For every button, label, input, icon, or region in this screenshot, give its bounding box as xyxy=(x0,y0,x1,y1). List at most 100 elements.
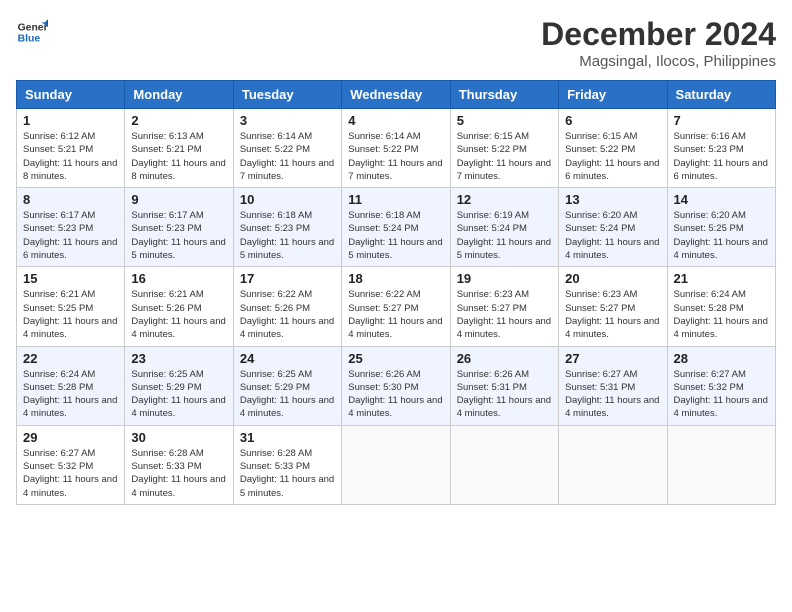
day-number: 20 xyxy=(565,271,660,286)
calendar-cell: 11 Sunrise: 6:18 AMSunset: 5:24 PMDayligh… xyxy=(342,188,450,267)
day-number: 14 xyxy=(674,192,769,207)
day-info: Sunrise: 6:21 AMSunset: 5:25 PMDaylight:… xyxy=(23,288,118,341)
calendar-cell: 13 Sunrise: 6:20 AMSunset: 5:24 PMDayligh… xyxy=(559,188,667,267)
day-number: 30 xyxy=(131,430,226,445)
calendar-cell: 26 Sunrise: 6:26 AMSunset: 5:31 PMDayligh… xyxy=(450,346,558,425)
day-number: 15 xyxy=(23,271,118,286)
day-number: 1 xyxy=(23,113,118,128)
calendar-cell: 12Sunrise: 6:19 AMSunset: 5:24 PMDayligh… xyxy=(450,188,558,267)
weekday-header-row: SundayMondayTuesdayWednesdayThursdayFrid… xyxy=(17,81,776,109)
title-block: December 2024 Magsingal, Ilocos, Philipp… xyxy=(541,16,776,70)
calendar-cell: 2 Sunrise: 6:13 AMSunset: 5:21 PMDaylight… xyxy=(125,109,233,188)
day-number: 8 xyxy=(23,192,118,207)
calendar-cell: 30Sunrise: 6:28 AMSunset: 5:33 PMDayligh… xyxy=(125,425,233,504)
day-info: Sunrise: 6:25 AMSunset: 5:29 PMDaylight:… xyxy=(240,368,335,421)
day-number: 2 xyxy=(131,113,226,128)
day-info: Sunrise: 6:27 AMSunset: 5:31 PMDaylight:… xyxy=(565,368,660,421)
day-number: 9 xyxy=(131,192,226,207)
day-number: 4 xyxy=(348,113,443,128)
weekday-header-sunday: Sunday xyxy=(17,81,125,109)
day-number: 13 xyxy=(565,192,660,207)
day-number: 26 xyxy=(457,351,552,366)
calendar-cell: 17 Sunrise: 6:22 AMSunset: 5:26 PMDayligh… xyxy=(233,267,341,346)
day-info: Sunrise: 6:15 AMSunset: 5:22 PMDaylight:… xyxy=(457,130,552,183)
day-info: Sunrise: 6:21 AMSunset: 5:26 PMDaylight:… xyxy=(131,288,226,341)
day-number: 7 xyxy=(674,113,769,128)
day-number: 24 xyxy=(240,351,335,366)
calendar-week-row: 29Sunrise: 6:27 AMSunset: 5:32 PMDayligh… xyxy=(17,425,776,504)
day-info: Sunrise: 6:23 AMSunset: 5:27 PMDaylight:… xyxy=(457,288,552,341)
day-number: 16 xyxy=(131,271,226,286)
location-subtitle: Magsingal, Ilocos, Philippines xyxy=(541,53,776,70)
calendar-cell xyxy=(342,425,450,504)
calendar-cell: 27 Sunrise: 6:27 AMSunset: 5:31 PMDayligh… xyxy=(559,346,667,425)
day-number: 28 xyxy=(674,351,769,366)
day-number: 31 xyxy=(240,430,335,445)
calendar-cell: 24 Sunrise: 6:25 AMSunset: 5:29 PMDayligh… xyxy=(233,346,341,425)
calendar-table: SundayMondayTuesdayWednesdayThursdayFrid… xyxy=(16,80,776,505)
calendar-cell: 15 Sunrise: 6:21 AMSunset: 5:25 PMDayligh… xyxy=(17,267,125,346)
day-number: 6 xyxy=(565,113,660,128)
day-info: Sunrise: 6:12 AMSunset: 5:21 PMDaylight:… xyxy=(23,130,118,183)
calendar-cell: 1 Sunrise: 6:12 AMSunset: 5:21 PMDaylight… xyxy=(17,109,125,188)
day-info: Sunrise: 6:13 AMSunset: 5:21 PMDaylight:… xyxy=(131,130,226,183)
svg-text:General: General xyxy=(18,22,48,33)
day-info: Sunrise: 6:22 AMSunset: 5:26 PMDaylight:… xyxy=(240,288,335,341)
day-info: Sunrise: 6:20 AMSunset: 5:25 PMDaylight:… xyxy=(674,209,769,262)
day-info: Sunrise: 6:15 AMSunset: 5:22 PMDaylight:… xyxy=(565,130,660,183)
calendar-cell: 9 Sunrise: 6:17 AMSunset: 5:23 PMDaylight… xyxy=(125,188,233,267)
calendar-cell: 10Sunrise: 6:18 AMSunset: 5:23 PMDayligh… xyxy=(233,188,341,267)
weekday-header-thursday: Thursday xyxy=(450,81,558,109)
calendar-cell: 4 Sunrise: 6:14 AMSunset: 5:22 PMDaylight… xyxy=(342,109,450,188)
day-number: 3 xyxy=(240,113,335,128)
day-info: Sunrise: 6:23 AMSunset: 5:27 PMDaylight:… xyxy=(565,288,660,341)
calendar-cell: 6 Sunrise: 6:15 AMSunset: 5:22 PMDaylight… xyxy=(559,109,667,188)
day-number: 29 xyxy=(23,430,118,445)
calendar-cell: 16 Sunrise: 6:21 AMSunset: 5:26 PMDayligh… xyxy=(125,267,233,346)
day-info: Sunrise: 6:14 AMSunset: 5:22 PMDaylight:… xyxy=(348,130,443,183)
weekday-header-saturday: Saturday xyxy=(667,81,775,109)
calendar-cell: 28 Sunrise: 6:27 AMSunset: 5:32 PMDayligh… xyxy=(667,346,775,425)
day-info: Sunrise: 6:17 AMSunset: 5:23 PMDaylight:… xyxy=(131,209,226,262)
day-number: 18 xyxy=(348,271,443,286)
day-number: 17 xyxy=(240,271,335,286)
calendar-week-row: 1 Sunrise: 6:12 AMSunset: 5:21 PMDaylight… xyxy=(17,109,776,188)
day-number: 10 xyxy=(240,192,335,207)
weekday-header-friday: Friday xyxy=(559,81,667,109)
calendar-cell: 19Sunrise: 6:23 AMSunset: 5:27 PMDayligh… xyxy=(450,267,558,346)
calendar-cell: 5 Sunrise: 6:15 AMSunset: 5:22 PMDaylight… xyxy=(450,109,558,188)
day-number: 5 xyxy=(457,113,552,128)
day-number: 23 xyxy=(131,351,226,366)
day-info: Sunrise: 6:26 AMSunset: 5:31 PMDaylight:… xyxy=(457,368,552,421)
day-info: Sunrise: 6:17 AMSunset: 5:23 PMDaylight:… xyxy=(23,209,118,262)
logo-icon: General Blue xyxy=(16,16,48,48)
day-info: Sunrise: 6:19 AMSunset: 5:24 PMDaylight:… xyxy=(457,209,552,262)
day-info: Sunrise: 6:27 AMSunset: 5:32 PMDaylight:… xyxy=(674,368,769,421)
day-number: 27 xyxy=(565,351,660,366)
calendar-cell: 22Sunrise: 6:24 AMSunset: 5:28 PMDayligh… xyxy=(17,346,125,425)
calendar-cell: 31Sunrise: 6:28 AMSunset: 5:33 PMDayligh… xyxy=(233,425,341,504)
day-info: Sunrise: 6:24 AMSunset: 5:28 PMDaylight:… xyxy=(23,368,118,421)
calendar-cell: 23 Sunrise: 6:25 AMSunset: 5:29 PMDayligh… xyxy=(125,346,233,425)
day-info: Sunrise: 6:18 AMSunset: 5:24 PMDaylight:… xyxy=(348,209,443,262)
day-number: 11 xyxy=(348,192,443,207)
month-year-title: December 2024 xyxy=(541,16,776,53)
calendar-week-row: 15 Sunrise: 6:21 AMSunset: 5:25 PMDayligh… xyxy=(17,267,776,346)
page-header: General Blue December 2024 Magsingal, Il… xyxy=(16,16,776,70)
logo: General Blue xyxy=(16,16,48,48)
day-info: Sunrise: 6:22 AMSunset: 5:27 PMDaylight:… xyxy=(348,288,443,341)
calendar-cell xyxy=(450,425,558,504)
calendar-cell xyxy=(667,425,775,504)
calendar-cell xyxy=(559,425,667,504)
calendar-cell: 25Sunrise: 6:26 AMSunset: 5:30 PMDayligh… xyxy=(342,346,450,425)
calendar-cell: 8 Sunrise: 6:17 AMSunset: 5:23 PMDaylight… xyxy=(17,188,125,267)
day-info: Sunrise: 6:14 AMSunset: 5:22 PMDaylight:… xyxy=(240,130,335,183)
calendar-cell: 3 Sunrise: 6:14 AMSunset: 5:22 PMDaylight… xyxy=(233,109,341,188)
day-info: Sunrise: 6:25 AMSunset: 5:29 PMDaylight:… xyxy=(131,368,226,421)
calendar-cell: 14 Sunrise: 6:20 AMSunset: 5:25 PMDayligh… xyxy=(667,188,775,267)
day-info: Sunrise: 6:16 AMSunset: 5:23 PMDaylight:… xyxy=(674,130,769,183)
calendar-cell: 20 Sunrise: 6:23 AMSunset: 5:27 PMDayligh… xyxy=(559,267,667,346)
calendar-cell: 18 Sunrise: 6:22 AMSunset: 5:27 PMDayligh… xyxy=(342,267,450,346)
calendar-week-row: 22Sunrise: 6:24 AMSunset: 5:28 PMDayligh… xyxy=(17,346,776,425)
day-info: Sunrise: 6:20 AMSunset: 5:24 PMDaylight:… xyxy=(565,209,660,262)
